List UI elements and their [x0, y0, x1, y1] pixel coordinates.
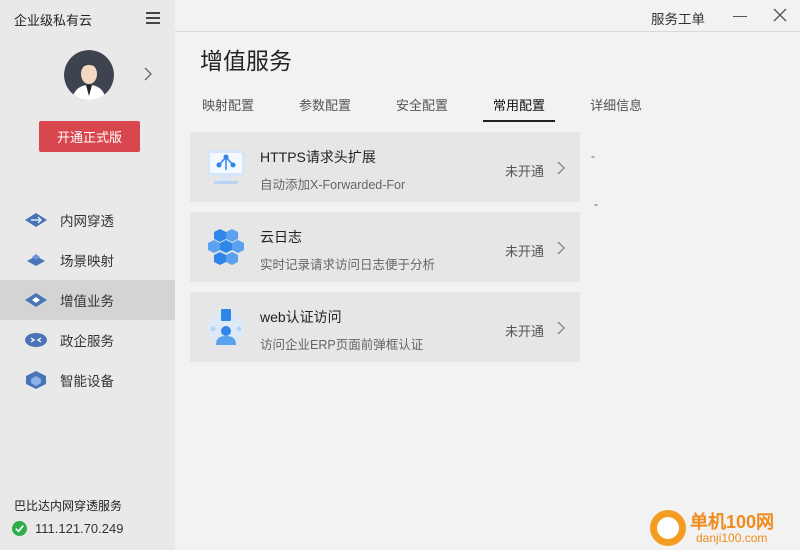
profile-chevron-right-icon[interactable] — [143, 66, 153, 82]
status-badge: 未开通 — [505, 164, 545, 179]
chevron-right-icon — [557, 241, 566, 255]
card-title: web认证访问 — [260, 309, 342, 325]
sidebar-item-scene-mapping[interactable]: 场景映射 — [0, 240, 175, 280]
watermark-url: danji100.com — [696, 531, 768, 545]
tab-parameter-config[interactable]: 参数配置 — [289, 90, 361, 122]
watermark-logo: 单机100网 danji100.com — [650, 506, 798, 550]
service-label: 巴比达内网穿透服务 — [14, 499, 123, 513]
minimize-icon[interactable] — [732, 8, 748, 24]
main-panel: 服务工单 增值服务 映射配置 参数配置 安全配置 常用配置 详细信息 HTTPS… — [175, 0, 800, 550]
page-title: 增值服务 — [200, 48, 292, 74]
tab-bar: 映射配置 参数配置 安全配置 常用配置 详细信息 — [192, 90, 652, 122]
value-added-icon — [24, 290, 48, 310]
sidebar-item-label: 政企服务 — [60, 334, 114, 349]
status-badge: 未开通 — [505, 324, 545, 339]
watermark-logo-icon — [650, 510, 686, 546]
tab-details[interactable]: 详细信息 — [580, 90, 652, 122]
hamburger-menu-icon[interactable] — [146, 12, 160, 24]
sidebar-item-value-added[interactable]: 增值业务 — [0, 280, 175, 320]
card-description: 自动添加X-Forwarded-For — [260, 178, 406, 192]
card-description: 访问企业ERP页面前弹框认证 — [260, 338, 424, 352]
scene-mapping-icon — [24, 250, 48, 270]
sidebar-item-label: 增值业务 — [60, 294, 114, 309]
sidebar: 企业级私有云 开通正式版 内网穿透 场景映射 增值业务 政企服务 智能设备 巴比… — [0, 0, 175, 550]
sidebar-item-enterprise-service[interactable]: 政企服务 — [0, 320, 175, 360]
chevron-right-icon — [557, 161, 566, 175]
sidebar-item-label: 内网穿透 — [60, 214, 114, 229]
close-icon[interactable] — [772, 7, 788, 23]
card-description: 实时记录请求访问日志便于分析 — [260, 258, 436, 272]
connection-status: 111.121.70.249 — [12, 521, 123, 536]
cloud-log-icon — [204, 225, 248, 269]
sidebar-item-network-tunnel[interactable]: 内网穿透 — [0, 200, 175, 240]
service-card-https-header[interactable]: HTTPS请求头扩展 自动添加X-Forwarded-For 未开通 — [190, 132, 580, 202]
check-circle-icon — [12, 521, 27, 536]
avatar[interactable] — [64, 50, 114, 100]
ip-address: 111.121.70.249 — [35, 521, 124, 536]
smart-device-icon — [24, 370, 48, 390]
tab-mapping-config[interactable]: 映射配置 — [192, 90, 264, 122]
tab-security-config[interactable]: 安全配置 — [386, 90, 458, 122]
service-card-list: HTTPS请求头扩展 自动添加X-Forwarded-For 未开通 云日志 实… — [190, 132, 580, 372]
card-title: 云日志 — [260, 229, 302, 245]
placeholder-dash: - — [591, 149, 595, 163]
upgrade-button[interactable]: 开通正式版 — [39, 121, 140, 152]
tab-common-config[interactable]: 常用配置 — [483, 90, 556, 122]
service-ticket-button[interactable]: 服务工单 — [651, 8, 705, 28]
app-title: 企业级私有云 — [14, 13, 93, 28]
sidebar-item-label: 场景映射 — [60, 254, 114, 269]
service-card-web-auth[interactable]: web认证访问 访问企业ERP页面前弹框认证 未开通 — [190, 292, 580, 362]
status-badge: 未开通 — [505, 244, 545, 259]
sidebar-item-label: 智能设备 — [60, 374, 114, 389]
titlebar-divider — [175, 31, 800, 32]
service-card-cloud-log[interactable]: 云日志 实时记录请求访问日志便于分析 未开通 — [190, 212, 580, 282]
https-header-icon — [204, 145, 248, 189]
web-auth-icon — [204, 305, 248, 349]
placeholder-dash: - — [594, 197, 598, 211]
chevron-right-icon — [557, 321, 566, 335]
enterprise-service-icon — [24, 330, 48, 350]
sidebar-nav: 内网穿透 场景映射 增值业务 政企服务 智能设备 — [0, 200, 175, 400]
sidebar-item-smart-device[interactable]: 智能设备 — [0, 360, 175, 400]
network-tunnel-icon — [24, 210, 48, 230]
card-title: HTTPS请求头扩展 — [260, 149, 376, 165]
